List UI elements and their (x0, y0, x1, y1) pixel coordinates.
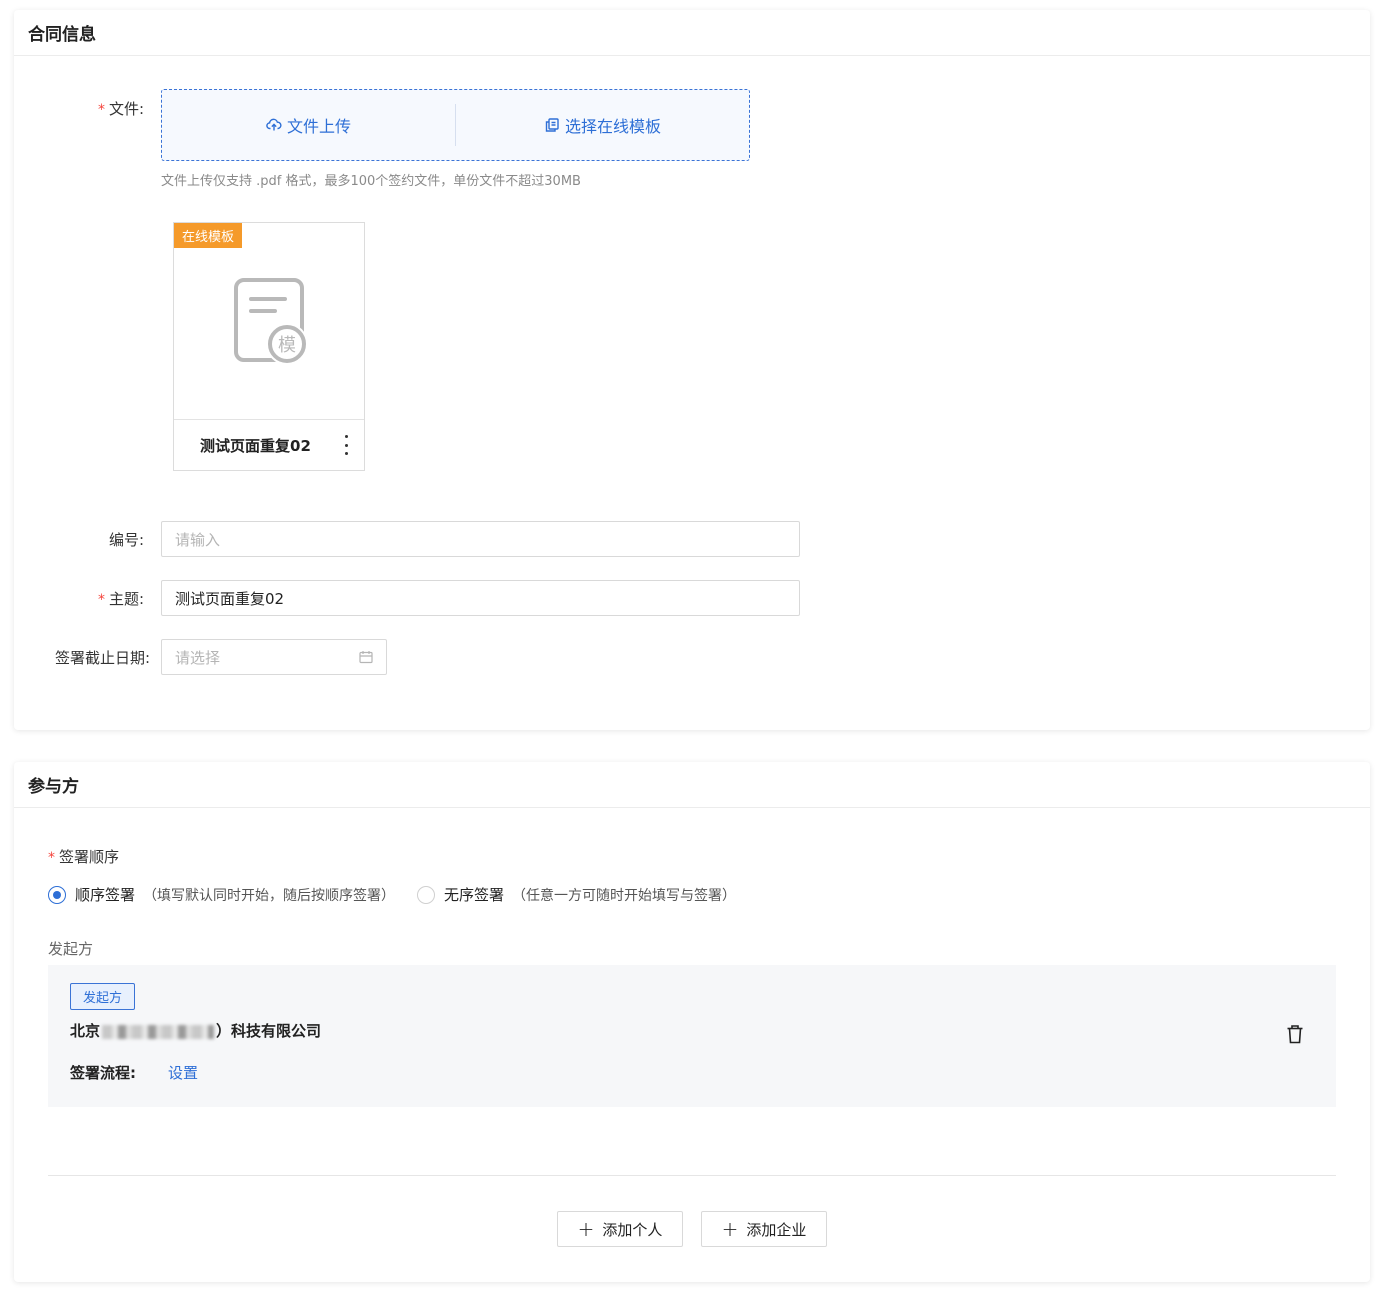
radio-sequential-label: 顺序签署 (75, 886, 136, 904)
number-label: 编号: (108, 531, 144, 549)
sign-flow-label: 签署流程: (70, 1064, 136, 1082)
number-placeholder: 请输入 (175, 530, 221, 549)
radio-unordered-desc: （任意一方可随时开始填写与签署） (512, 887, 737, 904)
deadline-placeholder: 请选择 (175, 648, 221, 667)
initiator-box: 发起方 北京 ）科技有限公司 签署流程: 设置 (48, 965, 1336, 1107)
radio-sequential-desc: （填写默认同时开始，随后按顺序签署） (143, 887, 396, 904)
upload-hint: 文件上传仅支持 .pdf 格式，最多100个签约文件，单份文件不超过30MB (161, 174, 581, 189)
file-label: * 文件: (97, 100, 144, 118)
file-card[interactable]: 模 在线模板 测试页面重复02 (173, 222, 365, 471)
number-input[interactable]: 请输入 (161, 521, 800, 557)
template-document-icon: 模 (234, 278, 308, 365)
add-company-button[interactable]: + 添加企业 (701, 1211, 827, 1247)
required-mark: * (97, 592, 105, 608)
sign-order-label: * 签署顺序 (48, 848, 120, 866)
plus-icon: + (577, 1217, 595, 1241)
plus-icon: + (721, 1217, 739, 1241)
file-upload-button[interactable]: 文件上传 (162, 90, 455, 160)
deadline-date-picker[interactable]: 请选择 (161, 639, 387, 675)
company-name: 北京 ）科技有限公司 (70, 1022, 322, 1040)
initiator-section-label: 发起方 (48, 940, 94, 958)
subject-label: * 主题: (97, 590, 144, 608)
trash-icon[interactable] (1286, 1024, 1304, 1044)
initiator-badge: 发起方 (70, 983, 136, 1010)
select-template-button[interactable]: 选择在线模板 (456, 90, 749, 160)
radio-unordered[interactable] (417, 885, 436, 904)
more-options-icon[interactable] (340, 433, 352, 457)
redacted-text (102, 1024, 215, 1039)
cloud-upload-icon (266, 118, 282, 131)
radio-sequential[interactable] (48, 885, 66, 904)
contract-info-title: 合同信息 (14, 10, 1370, 56)
add-person-button[interactable]: + 添加个人 (557, 1211, 683, 1247)
thumb-char: 模 (278, 335, 296, 356)
divider (48, 1175, 1336, 1176)
online-template-tag: 在线模板 (174, 223, 243, 248)
participants-title: 参与方 (14, 762, 1370, 808)
required-mark: * (97, 102, 105, 118)
required-mark: * (48, 850, 55, 866)
template-copy-icon (545, 118, 559, 132)
deadline-label: 签署截止日期: (54, 649, 150, 667)
contract-info-card: 合同信息 * 文件: 文件上传 选择在线模板 文件上传仅支持 .pdf 格式，最多… (14, 10, 1370, 730)
sign-flow-settings-link[interactable]: 设置 (168, 1062, 198, 1083)
subject-input[interactable]: 测试页面重复02 (161, 580, 800, 616)
participants-card: 参与方 * 签署顺序 顺序签署 （填写默认同时开始，随后按顺序签署） 无序签署 （… (14, 762, 1370, 1282)
file-thumbnail: 模 (174, 223, 364, 420)
calendar-icon (359, 651, 373, 664)
radio-unordered-label: 无序签署 (444, 886, 505, 904)
file-upload-area: 文件上传 选择在线模板 (161, 89, 750, 161)
subject-value: 测试页面重复02 (175, 589, 285, 608)
file-name: 测试页面重复02 (200, 437, 311, 455)
sign-order-options: 顺序签署 （填写默认同时开始，随后按顺序签署） 无序签署 （任意一方可随时开始填… (48, 884, 736, 905)
